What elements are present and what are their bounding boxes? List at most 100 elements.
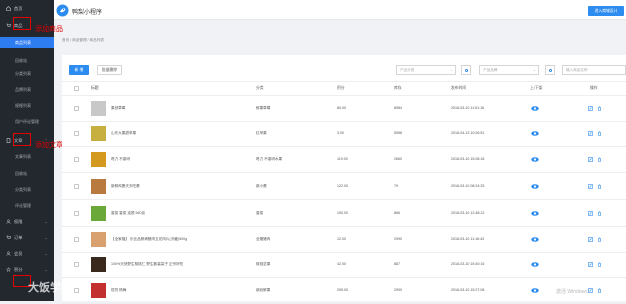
sidebar-item-permission[interactable]: 权限 ⌄ xyxy=(0,216,54,227)
eye-icon[interactable] xyxy=(531,262,539,267)
delete-icon[interactable] xyxy=(597,211,602,216)
sidebar-subitem-article-category[interactable]: 分类列表 xyxy=(0,184,54,195)
eye-icon[interactable] xyxy=(531,184,539,189)
category-filter-gear-button[interactable] xyxy=(461,65,471,75)
sidebar-subitem-goods-recycle[interactable]: 回收站 xyxy=(0,55,54,66)
edit-icon[interactable] xyxy=(588,237,593,242)
row-time: 2018-03-10 11:51:16 xyxy=(451,106,485,110)
bulk-delete-button[interactable]: 批量删除 xyxy=(97,65,122,75)
select-all-checkbox[interactable] xyxy=(74,86,79,91)
table-divider xyxy=(62,277,626,278)
row-title[interactable]: 香菜 香菜 连根 560克 xyxy=(111,211,145,216)
row-checkbox[interactable] xyxy=(74,157,79,162)
row-checkbox[interactable] xyxy=(74,211,79,216)
row-checkbox[interactable] xyxy=(74,262,79,267)
row-checkbox[interactable] xyxy=(74,106,79,111)
brand-filter-select[interactable]: 产品品牌 ⌄ xyxy=(479,65,539,75)
add-button[interactable]: 新 增 xyxy=(69,65,89,75)
sidebar-item-members[interactable]: 会员 ⌄ xyxy=(0,248,54,259)
delete-icon[interactable] xyxy=(597,288,602,293)
row-title[interactable]: 现货 杨梅 xyxy=(111,288,126,293)
sidebar-subitem-goods-category[interactable]: 分类列表 xyxy=(0,68,54,79)
eye-icon[interactable] xyxy=(531,237,539,242)
gear-icon xyxy=(548,68,552,72)
delete-icon[interactable] xyxy=(597,237,602,242)
product-thumbnail xyxy=(91,126,106,141)
sidebar-item-label: 权限 xyxy=(14,218,23,224)
sidebar-item-home[interactable]: 首页 xyxy=(0,3,54,14)
edit-icon[interactable] xyxy=(588,184,593,189)
row-category: 全猪猪肉 xyxy=(256,237,271,241)
users-icon xyxy=(6,219,11,224)
chevron-down-icon: ⌄ xyxy=(44,251,48,256)
column-header-status: 上/下架 xyxy=(530,86,543,90)
eye-icon[interactable] xyxy=(531,131,539,136)
delete-icon[interactable] xyxy=(597,106,602,111)
row-stock: 2990 xyxy=(394,288,402,292)
app-logo-icon xyxy=(56,4,69,17)
row-title[interactable]: 咚力 不香呀 xyxy=(111,157,130,162)
app-title: 鸭梨小程序 xyxy=(72,10,103,16)
table-divider xyxy=(62,252,626,253)
row-title[interactable]: 新鲜鸡蛋天天吃蛋 xyxy=(111,184,140,189)
row-checkbox[interactable] xyxy=(74,237,79,242)
annotation-box-goods xyxy=(13,17,31,30)
eye-icon[interactable] xyxy=(531,288,539,293)
delete-icon[interactable] xyxy=(597,157,602,162)
column-header-stock: 库存 xyxy=(394,86,402,90)
edit-icon[interactable] xyxy=(588,211,593,216)
sidebar-subitem-goods-list[interactable]: 商品列表 xyxy=(0,37,54,48)
sidebar-subitem-article-list[interactable]: 文章列表 xyxy=(0,151,54,162)
sidebar-item-orders[interactable]: 订单 ⌄ xyxy=(0,232,54,243)
row-time: 2018-03-10 12:48:12 xyxy=(451,211,485,215)
row-title[interactable]: 果然草莓 xyxy=(111,106,125,111)
row-title[interactable]: 【全家福】 乐比品鲜烤猪肉五花肉片(冷藏)500g xyxy=(111,237,187,242)
column-header-points: 积分 xyxy=(337,86,345,90)
row-points: 3.00 xyxy=(337,131,344,135)
sidebar-item-label: 订单 xyxy=(14,234,23,240)
row-points: 12.00 xyxy=(337,237,346,241)
delete-icon[interactable] xyxy=(597,262,602,267)
edit-icon[interactable] xyxy=(588,262,593,267)
edit-icon[interactable] xyxy=(588,288,593,293)
annotation-text-article: 添加文章 xyxy=(35,141,63,149)
chevron-down-icon: ⌄ xyxy=(44,219,48,224)
eye-icon[interactable] xyxy=(531,211,539,216)
row-category: 鲜果草莓 xyxy=(256,106,271,110)
row-title[interactable]: 山东大果甜苹果 xyxy=(111,131,136,136)
edit-icon[interactable] xyxy=(588,131,593,136)
row-checkbox[interactable] xyxy=(74,131,79,136)
row-checkbox[interactable] xyxy=(74,288,79,293)
edit-icon[interactable] xyxy=(588,106,593,111)
eye-icon[interactable] xyxy=(531,106,539,111)
sidebar-subitem-goods-spec[interactable]: 规格列表 xyxy=(0,100,54,111)
table-divider xyxy=(62,146,626,147)
row-time: 2018-03-10 15:27:08 xyxy=(451,288,485,292)
chevron-down-icon: ⌄ xyxy=(532,68,536,72)
table-divider xyxy=(62,172,626,173)
delete-icon[interactable] xyxy=(597,131,602,136)
product-thumbnail xyxy=(91,257,106,272)
breadcrumb: 首页 / 商品管理 / 商品列表 xyxy=(62,38,104,42)
enter-shop-design-button[interactable]: 进入商城设计 xyxy=(588,6,624,16)
row-points: 119.00 xyxy=(337,157,348,161)
sidebar-subitem-goods-comments[interactable]: 用户评论管理 xyxy=(0,116,54,127)
sidebar-item-points[interactable]: 积分 ⌄ xyxy=(0,264,54,275)
row-category: 缤纷鲜果 xyxy=(256,288,271,292)
sidebar-subitem-article-comments[interactable]: 评论管理 xyxy=(0,200,54,211)
brand-filter-gear-button[interactable] xyxy=(545,65,555,75)
search-input[interactable]: 输入商品名称 xyxy=(562,65,626,75)
row-time: 2018-03-10 15:28:18 xyxy=(451,157,485,161)
delete-icon[interactable] xyxy=(597,184,602,189)
edit-icon[interactable] xyxy=(588,157,593,162)
gear-icon xyxy=(464,68,468,72)
product-thumbnail xyxy=(91,152,106,167)
row-title[interactable]: 100%天然野生核桃仁 野生散装袋子 正宗好吃 xyxy=(111,262,183,267)
annotation-box-article xyxy=(13,133,31,146)
category-filter-select[interactable]: 产品分类 ⌄ xyxy=(396,65,456,75)
sidebar-subitem-goods-brand[interactable]: 品牌列表 xyxy=(0,84,54,95)
sidebar-item-label: 积分 xyxy=(14,266,23,272)
eye-icon[interactable] xyxy=(531,157,539,162)
row-checkbox[interactable] xyxy=(74,184,79,189)
sidebar-subitem-article-recycle[interactable]: 回收站 xyxy=(0,168,54,179)
